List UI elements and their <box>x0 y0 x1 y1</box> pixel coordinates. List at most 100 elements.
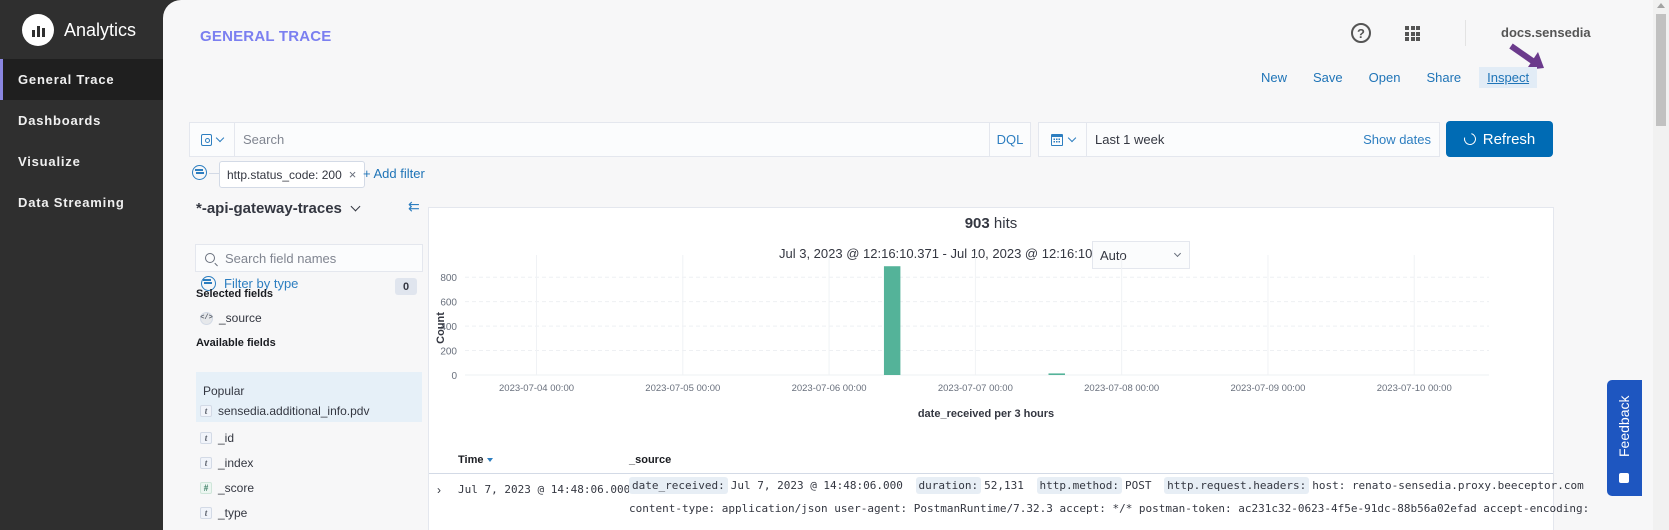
scrollbar-thumb[interactable] <box>1656 14 1666 126</box>
feedback-smile-icon <box>1619 473 1629 483</box>
question-circle-icon[interactable]: ? <box>1351 23 1371 43</box>
index-pattern-name: *-api-gateway-traces <box>196 200 342 217</box>
field-item-source[interactable]: </> _source <box>196 306 422 330</box>
expand-row-icon[interactable]: › <box>437 483 441 497</box>
source-value: host: renato-sensedia.proxy.beeceptor.co… <box>1312 479 1584 492</box>
y-tick-label: 600 <box>440 298 457 309</box>
app-name: Analytics <box>64 19 137 40</box>
collapse-sidebar-icon[interactable]: ⇇ <box>408 198 420 215</box>
histogram-chart: 02004006008002023-07-04 00:00 2023-07-05 … <box>435 255 1489 420</box>
query-bar: DQL <box>189 122 1031 157</box>
date-range-value[interactable]: Last 1 week <box>1087 132 1363 147</box>
row-time: Jul 7, 2023 @ 14:48:06.000 <box>458 483 631 496</box>
chevron-down-icon <box>350 201 361 212</box>
string-type-icon: t <box>200 432 212 444</box>
field-name: _source <box>219 311 262 325</box>
chevron-down-icon <box>215 133 225 142</box>
filter-menu-icon[interactable] <box>192 165 207 180</box>
x-tick-label: 2023-07-05 00:00 <box>645 383 720 394</box>
results-table-header: Time _source <box>429 448 1553 474</box>
source-value: 52,131 <box>984 479 1024 492</box>
main-panel: GENERAL TRACE ? docs.sensedia New Save O… <box>163 0 1669 530</box>
save-button[interactable]: Save <box>1305 67 1351 88</box>
refresh-icon <box>1461 130 1478 148</box>
histogram-bar[interactable] <box>883 266 901 375</box>
number-type-icon: # <box>200 482 212 494</box>
sidebar-item-general-trace[interactable]: General Trace <box>0 59 165 100</box>
share-button[interactable]: Share <box>1418 67 1469 88</box>
sidebar-item-data-streaming[interactable]: Data Streaming <box>0 182 165 223</box>
x-tick-label: 2023-07-07 00:00 <box>938 383 1013 394</box>
row-source-line2: content-type: application/json user-agen… <box>629 502 1590 515</box>
y-axis-label: Count <box>435 312 447 344</box>
feedback-tab[interactable]: Feedback <box>1607 380 1642 496</box>
show-dates-button[interactable]: Show dates <box>1363 132 1439 147</box>
sidebar-nav: General Trace Dashboards Visualize Data … <box>0 59 165 223</box>
field-item-index[interactable]: t _index <box>196 451 422 475</box>
selected-fields-heading: Selected fields <box>196 288 274 300</box>
chevron-down-icon <box>1067 133 1076 142</box>
refresh-button[interactable]: Refresh <box>1446 121 1553 157</box>
y-tick-label: 800 <box>440 273 457 284</box>
field-name: sensedia.additional_info.pdv <box>218 404 370 418</box>
app-root: Analytics General Trace Dashboards Visua… <box>0 0 1669 530</box>
save-icon <box>201 133 212 146</box>
x-tick-label: 2023-07-08 00:00 <box>1084 383 1159 394</box>
x-tick-label: 2023-07-04 00:00 <box>499 383 574 394</box>
field-item-type[interactable]: t _type <box>196 501 422 525</box>
source-value: POST <box>1125 479 1152 492</box>
column-time-label: Time <box>458 454 484 466</box>
sidebar: Analytics General Trace Dashboards Visua… <box>0 0 165 530</box>
close-icon[interactable]: × <box>349 167 357 182</box>
inspect-button[interactable]: Inspect <box>1479 67 1538 88</box>
org-name[interactable]: docs.sensedia <box>1501 25 1591 40</box>
row-source-line1: date_received: Jul 7, 2023 @ 14:48:06.000… <box>629 477 1590 494</box>
field-item-id[interactable]: t _id <box>196 426 422 450</box>
feedback-label: Feedback <box>1616 395 1632 457</box>
index-pattern-selector[interactable]: *-api-gateway-traces <box>196 200 361 217</box>
refresh-label: Refresh <box>1482 130 1536 148</box>
source-key: date_received: <box>629 477 728 494</box>
page-title: GENERAL TRACE <box>200 28 332 45</box>
string-type-icon: t <box>200 457 212 469</box>
field-search <box>195 244 423 272</box>
sidebar-item-dashboards[interactable]: Dashboards <box>0 100 165 141</box>
quick-date-menu-button[interactable] <box>1039 123 1087 156</box>
histogram-bar[interactable] <box>1048 373 1065 375</box>
string-type-icon: t <box>200 405 212 417</box>
column-header-source: _source <box>629 454 672 466</box>
scroll-up-arrow-icon[interactable] <box>1657 3 1665 8</box>
search-input[interactable] <box>235 123 989 156</box>
page-scrollbar[interactable] <box>1653 0 1669 530</box>
open-button[interactable]: Open <box>1361 67 1409 88</box>
source-value: Jul 7, 2023 @ 14:48:06.000 <box>730 479 903 492</box>
field-name: _score <box>218 481 255 495</box>
new-button[interactable]: New <box>1253 67 1295 88</box>
saved-queries-button[interactable] <box>190 123 235 156</box>
popular-heading: Popular <box>203 384 245 398</box>
available-fields-heading: Available fields <box>196 337 276 349</box>
app-logo[interactable]: Analytics <box>22 10 136 50</box>
calendar-icon <box>1050 133 1063 146</box>
date-picker: Last 1 week Show dates <box>1038 122 1440 157</box>
y-tick-label: 0 <box>451 371 457 382</box>
source-field-icon: </> <box>200 311 213 325</box>
field-name: _type <box>218 506 248 520</box>
source-key: http.method: <box>1036 477 1122 494</box>
query-language-button[interactable]: DQL <box>989 123 1030 156</box>
add-filter-button[interactable]: + Add filter <box>363 166 425 181</box>
sidebar-item-visualize[interactable]: Visualize <box>0 141 165 182</box>
grid-apps-icon[interactable] <box>1405 26 1420 41</box>
filter-pill[interactable]: http.status_code: 200 × <box>219 161 366 188</box>
field-item-popular[interactable]: t sensedia.additional_info.pdv <box>196 399 422 423</box>
x-tick-label: 2023-07-10 00:00 <box>1377 383 1452 394</box>
string-type-icon: t <box>200 507 212 519</box>
field-search-input[interactable] <box>225 250 405 266</box>
field-name: _index <box>218 456 254 470</box>
source-key: duration: <box>915 477 982 494</box>
column-header-time[interactable]: Time <box>458 454 494 466</box>
x-tick-label: 2023-07-09 00:00 <box>1230 383 1305 394</box>
search-icon <box>205 253 215 263</box>
header-divider <box>1465 20 1466 46</box>
field-item-score[interactable]: # _score <box>196 476 422 500</box>
